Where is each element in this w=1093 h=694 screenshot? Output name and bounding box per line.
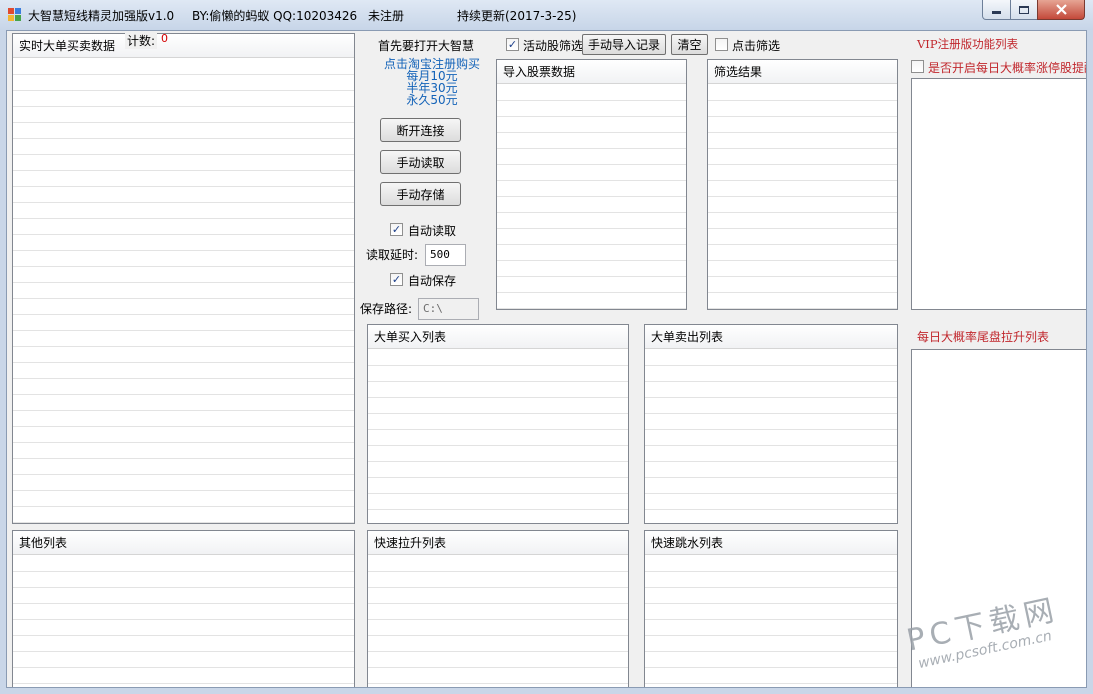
open-dzh-hint: 首先要打开大智慧	[378, 39, 475, 53]
maximize-icon	[1019, 5, 1029, 14]
app-icon	[8, 8, 22, 22]
other-panel-header: 其他列表	[13, 531, 354, 555]
save-path-input[interactable]: C:\	[418, 298, 479, 320]
minimize-button[interactable]	[982, 0, 1011, 20]
sell-list-body[interactable]	[645, 350, 897, 523]
check-icon: ✓	[391, 223, 402, 236]
rapid-rise-header: 快速拉升列表	[368, 531, 628, 555]
tail-rise-list[interactable]	[911, 349, 1086, 687]
rapid-fall-header: 快速跳水列表	[645, 531, 897, 555]
check-icon: ✓	[391, 273, 402, 286]
auto-save-checkbox[interactable]: ✓	[390, 273, 403, 286]
active-filter-checkbox[interactable]: ✓	[506, 38, 519, 51]
disconnect-button[interactable]: 断开连接	[380, 118, 461, 142]
import-stock-panel[interactable]: 导入股票数据	[496, 59, 687, 310]
result-list-body[interactable]	[708, 85, 897, 309]
check-icon: ✓	[507, 38, 518, 51]
click-filter-label: 点击筛选	[732, 39, 781, 53]
active-filter-label: 活动股筛选	[523, 39, 583, 53]
rapid-rise-panel[interactable]: 快速拉升列表	[367, 530, 629, 687]
clear-button[interactable]: 清空	[671, 34, 708, 55]
title-bar[interactable]: 大智慧短线精灵加强版v1.0 BY:偷懒的蚂蚁 QQ:10203426 未注册 …	[0, 0, 1093, 30]
rapid-fall-list-body[interactable]	[645, 556, 897, 687]
auto-save-label: 自动保存	[408, 274, 457, 288]
client-area: 实时大单买卖数据 计数: 0 首先要打开大智慧 点击淘宝注册购买 每月10元 半…	[6, 30, 1087, 688]
update-note: 持续更新(2017-3-25)	[457, 9, 577, 23]
close-icon	[1055, 4, 1067, 15]
sell-panel-header: 大单卖出列表	[645, 325, 897, 349]
realtime-data-panel[interactable]: 实时大单买卖数据	[12, 33, 355, 524]
maximize-button[interactable]	[1010, 0, 1038, 20]
auto-read-checkbox[interactable]: ✓	[390, 223, 403, 236]
limit-up-label: 是否开启每日大概率涨停股提醒	[928, 61, 1087, 75]
other-list-body[interactable]	[13, 556, 354, 687]
count-label: 计数:	[125, 32, 158, 49]
minimize-icon	[992, 11, 1001, 14]
import-list-body[interactable]	[497, 85, 686, 309]
realtime-list-body[interactable]	[13, 59, 354, 523]
tail-list-title: 每日大概率尾盘拉升列表	[917, 330, 1050, 344]
import-panel-header: 导入股票数据	[497, 60, 686, 84]
manual-import-button[interactable]: 手动导入记录	[582, 34, 666, 55]
window-title: 大智慧短线精灵加强版v1.0	[28, 9, 175, 23]
purchase-line-4: 永久50元	[406, 93, 458, 107]
close-button[interactable]	[1037, 0, 1085, 20]
save-path-label: 保存路径:	[360, 302, 413, 316]
manual-read-button[interactable]: 手动读取	[380, 150, 461, 174]
read-delay-label: 读取延时:	[366, 248, 419, 262]
click-filter-checkbox[interactable]	[715, 38, 728, 51]
other-list-panel[interactable]: 其他列表	[12, 530, 355, 687]
limit-up-list[interactable]	[911, 78, 1086, 310]
big-sell-panel[interactable]: 大单卖出列表	[644, 324, 898, 524]
result-panel-header: 筛选结果	[708, 60, 897, 84]
buy-list-body[interactable]	[368, 350, 628, 523]
big-buy-panel[interactable]: 大单买入列表	[367, 324, 629, 524]
purchase-link[interactable]: 点击淘宝注册购买 每月10元 半年30元 永久50元	[367, 58, 497, 106]
rapid-fall-panel[interactable]: 快速跳水列表	[644, 530, 898, 687]
count-value: 0	[161, 32, 168, 45]
rapid-rise-list-body[interactable]	[368, 556, 628, 687]
vip-title: VIP注册版功能列表	[917, 37, 1019, 51]
filter-result-panel[interactable]: 筛选结果	[707, 59, 898, 310]
auto-read-label: 自动读取	[408, 224, 457, 238]
realtime-panel-header: 实时大单买卖数据	[13, 34, 354, 58]
buy-panel-header: 大单买入列表	[368, 325, 628, 349]
limit-up-checkbox[interactable]	[911, 60, 924, 73]
register-status: 未注册	[368, 9, 405, 23]
author-info: BY:偷懒的蚂蚁 QQ:10203426	[192, 9, 358, 23]
read-delay-input[interactable]: 500	[425, 244, 466, 266]
manual-save-button[interactable]: 手动存储	[380, 182, 461, 206]
